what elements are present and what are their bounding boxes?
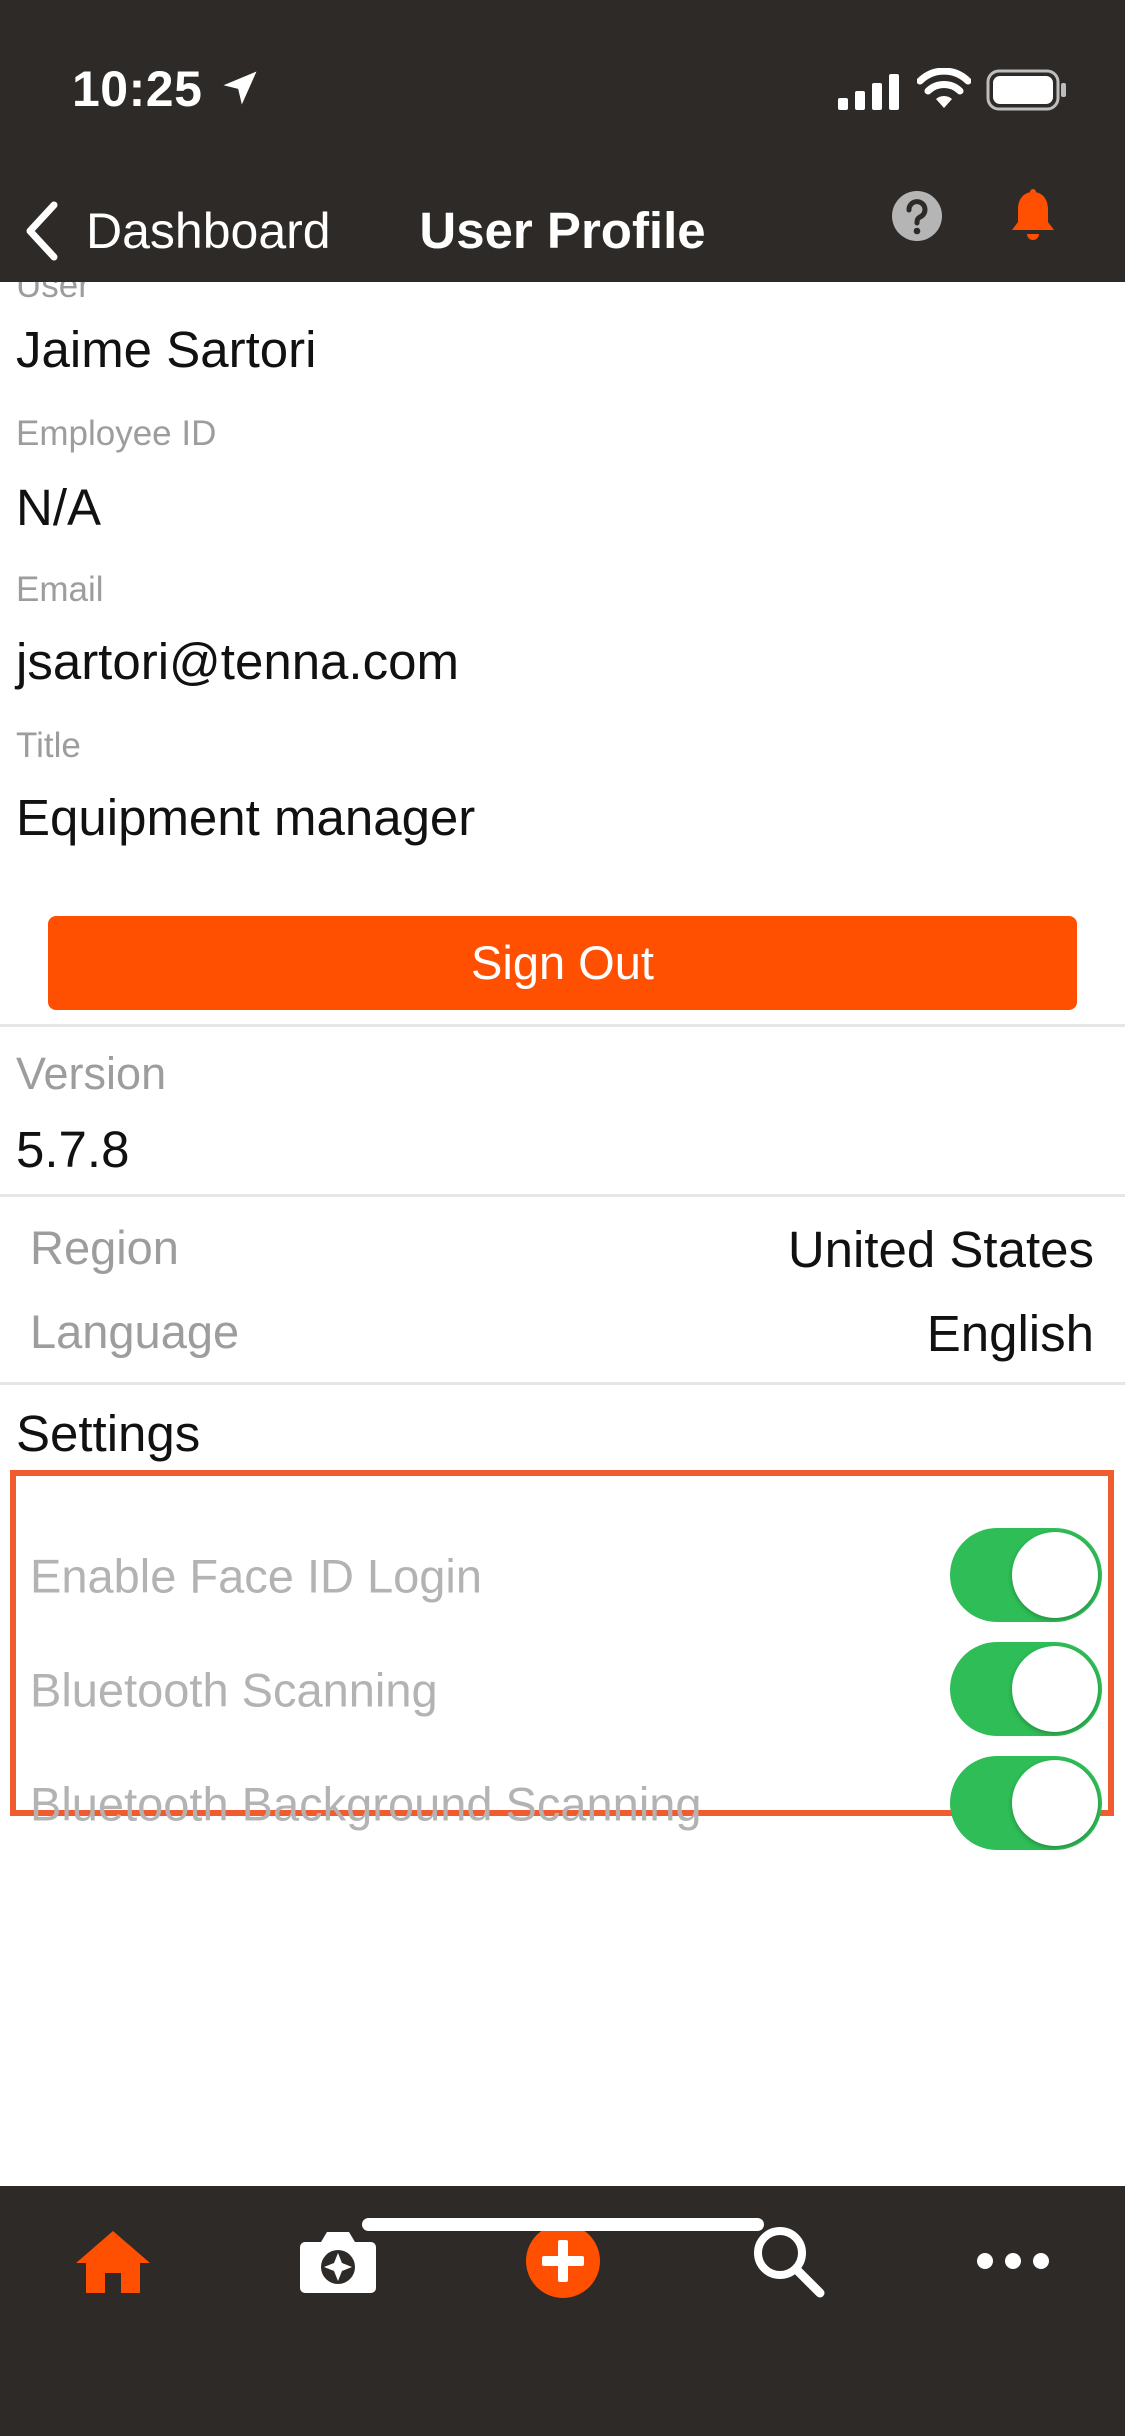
user-name: Jaime Sartori (16, 321, 317, 378)
title-value: Equipment manager (16, 789, 476, 846)
bluetooth-background-scanning-toggle[interactable] (950, 1756, 1102, 1850)
toggle-knob (1012, 1760, 1098, 1846)
user-label: User (16, 282, 90, 305)
location-arrow-icon (223, 71, 257, 105)
face-id-toggle[interactable] (950, 1528, 1102, 1622)
top-bar: 10:25 Dashboard User Profile (0, 0, 1125, 282)
page-title: User Profile (419, 202, 706, 259)
setting-face-id-login: Enable Face ID Login (30, 1528, 1102, 1624)
divider (0, 1024, 1125, 1027)
wifi-icon (917, 68, 971, 108)
toggle-knob (1012, 1532, 1098, 1618)
employee-id-label: Employee ID (16, 414, 217, 453)
toggle-knob (1012, 1646, 1098, 1732)
notification-bell-icon[interactable] (1008, 188, 1058, 244)
tab-camera[interactable] (225, 2186, 450, 2336)
status-bar: 10:25 (0, 0, 1125, 180)
setting-bluetooth-scanning: Bluetooth Scanning (30, 1642, 1102, 1738)
setting-label: Bluetooth Scanning (30, 1663, 438, 1717)
title-label: Title (16, 726, 81, 765)
sign-out-button[interactable]: Sign Out (48, 916, 1077, 1010)
navigation-bar: Dashboard User Profile (0, 180, 1125, 282)
cellular-signal-icon (838, 74, 899, 110)
language-label: Language (30, 1305, 240, 1358)
region-value: United States (787, 1221, 1094, 1278)
setting-label: Enable Face ID Login (30, 1549, 483, 1603)
tab-more[interactable] (900, 2186, 1125, 2336)
divider (0, 1382, 1125, 1385)
tab-add[interactable] (450, 2186, 675, 2336)
version-value: 5.7.8 (16, 1121, 130, 1178)
email-label: Email (16, 570, 104, 609)
status-time: 10:25 (72, 61, 203, 117)
divider (0, 1194, 1125, 1197)
home-icon (75, 2231, 150, 2293)
employee-id-value: N/A (16, 479, 102, 536)
settings-heading: Settings (16, 1405, 201, 1462)
tab-search[interactable] (675, 2186, 900, 2336)
language-value: English (926, 1305, 1094, 1362)
email-value: jsartori@tenna.com (16, 633, 459, 690)
help-icon[interactable] (891, 190, 943, 242)
version-label: Version (16, 1048, 167, 1099)
home-indicator (362, 2218, 764, 2231)
profile-content: User Jaime Sartori Employee ID N/A Email… (0, 282, 1125, 2186)
add-icon (525, 2224, 600, 2298)
region-row[interactable]: Region United States (30, 1220, 1094, 1290)
region-label: Region (30, 1221, 179, 1274)
search-icon (753, 2227, 824, 2298)
camera-icon (299, 2232, 376, 2293)
more-icon (976, 2253, 1049, 2269)
battery-icon (986, 69, 1066, 111)
bluetooth-scanning-toggle[interactable] (950, 1642, 1102, 1736)
language-row[interactable]: Language English (30, 1304, 1094, 1374)
setting-label: Bluetooth Background Scanning (30, 1777, 702, 1831)
setting-bluetooth-background-scanning: Bluetooth Background Scanning (30, 1756, 1102, 1852)
tab-home[interactable] (0, 2186, 225, 2336)
